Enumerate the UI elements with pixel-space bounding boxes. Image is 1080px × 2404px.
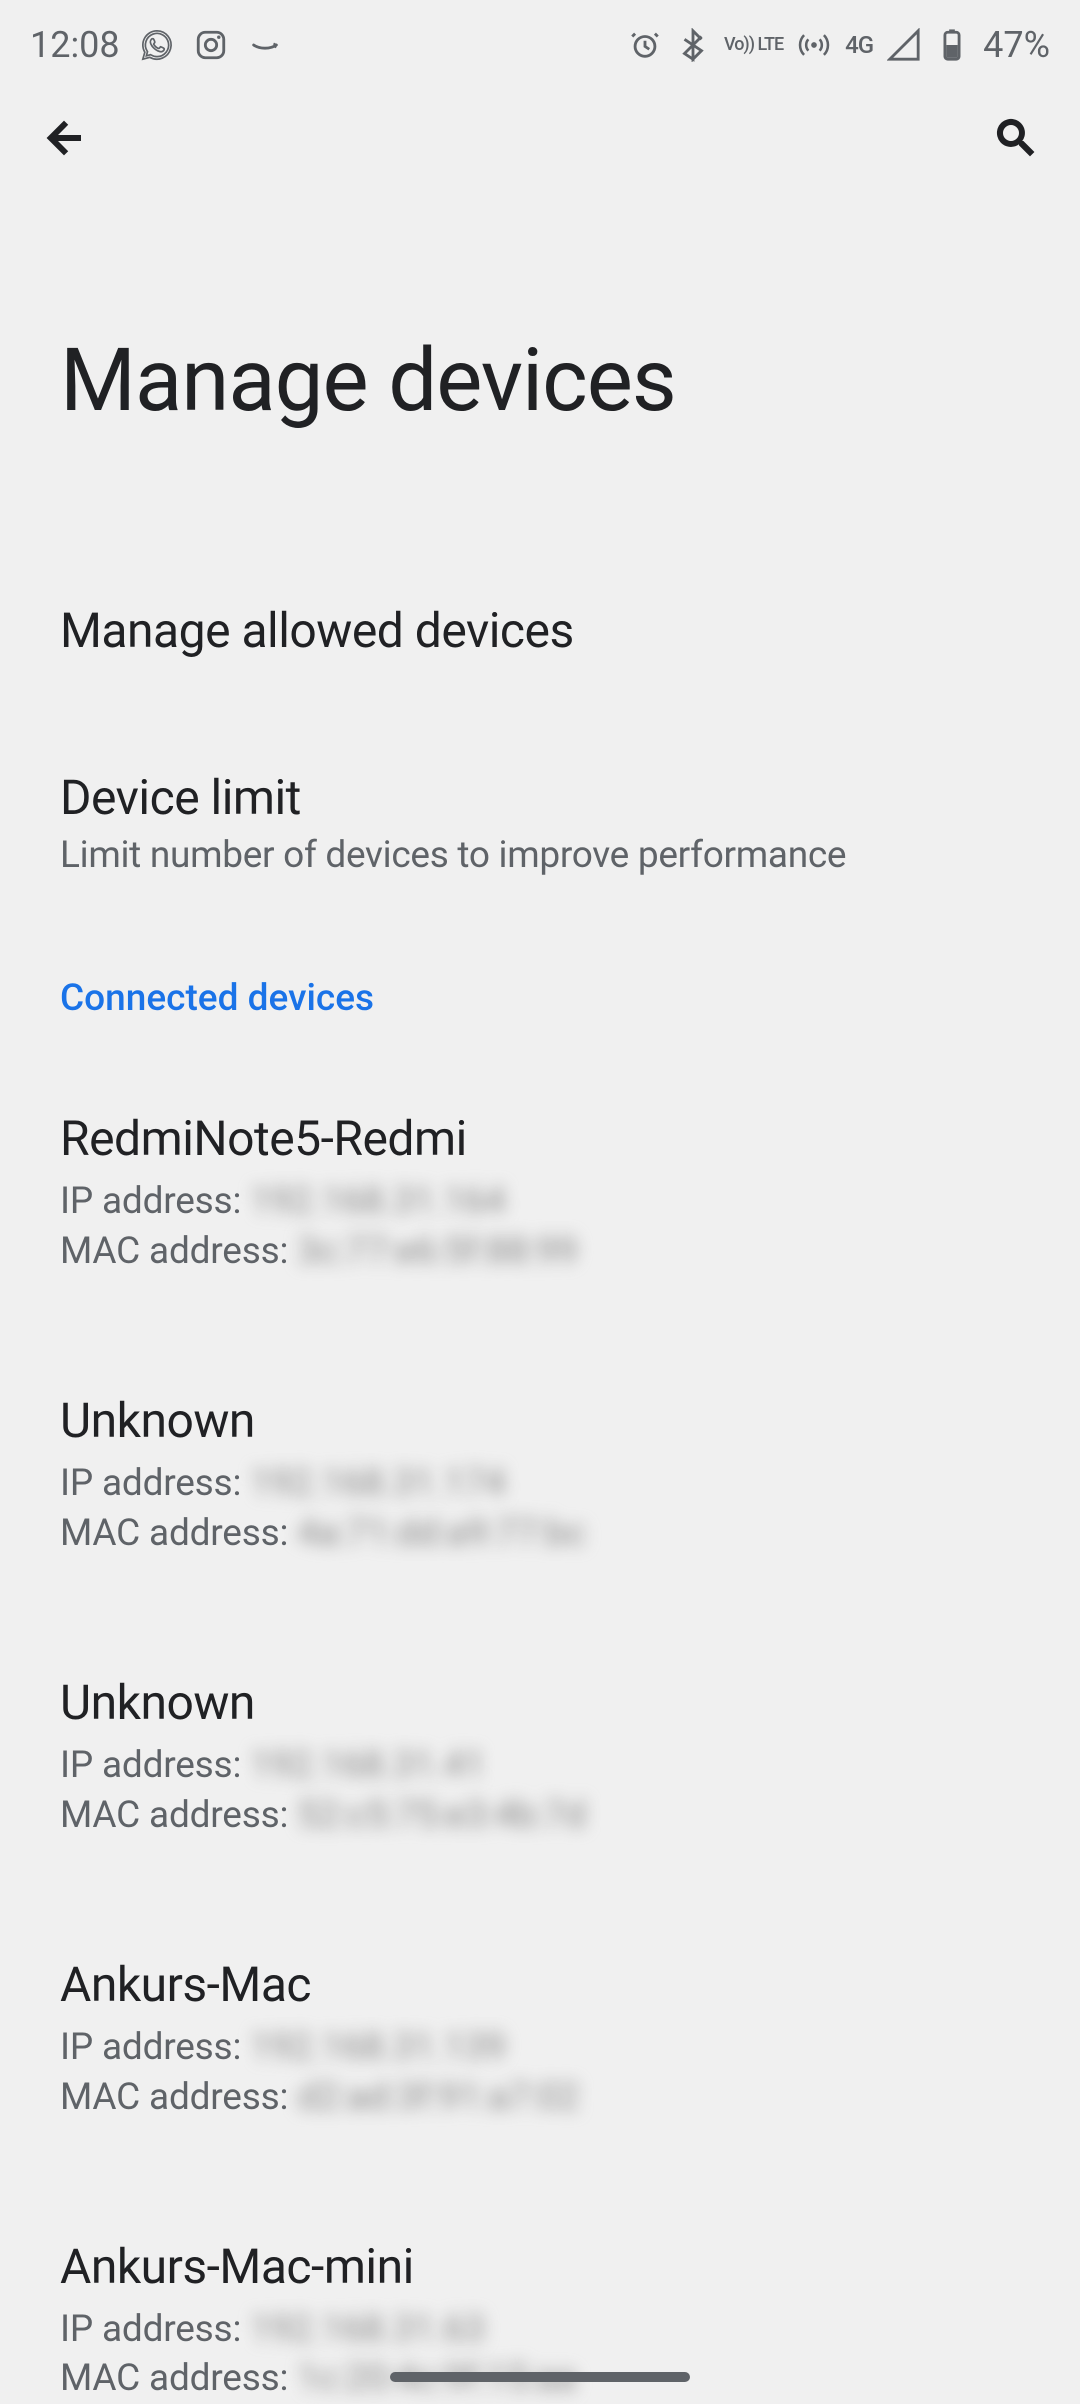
device-item[interactable]: Unknown IP address: 192.168.31.174MAC add… — [60, 1392, 1020, 1559]
back-button[interactable] — [40, 114, 88, 166]
status-left: 12:08 — [30, 24, 282, 66]
device-limit-item[interactable]: Device limit Limit number of devices to … — [60, 769, 1020, 877]
device-name: Ankurs-Mac-mini — [60, 2238, 1020, 2295]
alarm-icon — [628, 28, 662, 62]
device-item[interactable]: RedmiNote5-Redmi IP address: 192.168.31.1… — [60, 1110, 1020, 1277]
content: Manage devices Manage allowed devices De… — [0, 330, 1080, 2404]
status-right: Vo)) LTE 4G 47% — [628, 24, 1050, 66]
device-ip: IP address: 192.168.31.63 — [60, 2305, 1020, 2355]
gesture-bar[interactable] — [390, 2372, 690, 2382]
device-name: RedmiNote5-Redmi — [60, 1110, 1020, 1167]
app-bar — [0, 80, 1080, 200]
status-bar: 12:08 Vo)) LTE 4G 47% — [0, 0, 1080, 80]
device-mac: MAC address: 4a:71:dd:a9:77:bc — [60, 1509, 1020, 1559]
whatsapp-icon — [140, 28, 174, 62]
amazon-icon — [248, 28, 282, 62]
device-name: Ankurs-Mac — [60, 1956, 1020, 2013]
manage-allowed-title: Manage allowed devices — [60, 602, 1020, 659]
bluetooth-icon — [676, 28, 710, 62]
device-limit-title: Device limit — [60, 769, 1020, 826]
device-item[interactable]: Unknown IP address: 192.168.31.41MAC addr… — [60, 1674, 1020, 1841]
device-limit-subtitle: Limit number of devices to improve perfo… — [60, 834, 1020, 877]
status-time: 12:08 — [30, 24, 120, 66]
signal-icon — [887, 28, 921, 62]
device-ip: IP address: 192.168.31.41 — [60, 1741, 1020, 1791]
battery-percent: 47% — [983, 24, 1050, 66]
device-ip: IP address: 192.168.31.139 — [60, 2023, 1020, 2073]
battery-icon — [935, 28, 969, 62]
device-ip: IP address: 192.168.31.164 — [60, 1177, 1020, 1227]
device-mac: MAC address: 52:c5:75:e3:4b:7d — [60, 1791, 1020, 1841]
device-mac: MAC address: 3c:77:e6:5f:88:99 — [60, 1227, 1020, 1277]
device-ip: IP address: 192.168.31.174 — [60, 1459, 1020, 1509]
page-title: Manage devices — [60, 330, 1020, 432]
manage-allowed-item[interactable]: Manage allowed devices — [60, 602, 1020, 659]
connected-devices-header: Connected devices — [60, 977, 1020, 1020]
search-button[interactable] — [992, 114, 1040, 166]
instagram-icon — [194, 28, 228, 62]
device-item[interactable]: Ankurs-Mac IP address: 192.168.31.139MAC … — [60, 1956, 1020, 2123]
volte-icon: Vo)) LTE — [724, 37, 783, 53]
device-mac: MAC address: d2:ad:3f:91:a7:02 — [60, 2073, 1020, 2123]
device-name: Unknown — [60, 1674, 1020, 1731]
network-type: 4G — [845, 31, 873, 59]
hotspot-icon — [797, 28, 831, 62]
device-list: RedmiNote5-Redmi IP address: 192.168.31.1… — [60, 1110, 1020, 2404]
device-name: Unknown — [60, 1392, 1020, 1449]
